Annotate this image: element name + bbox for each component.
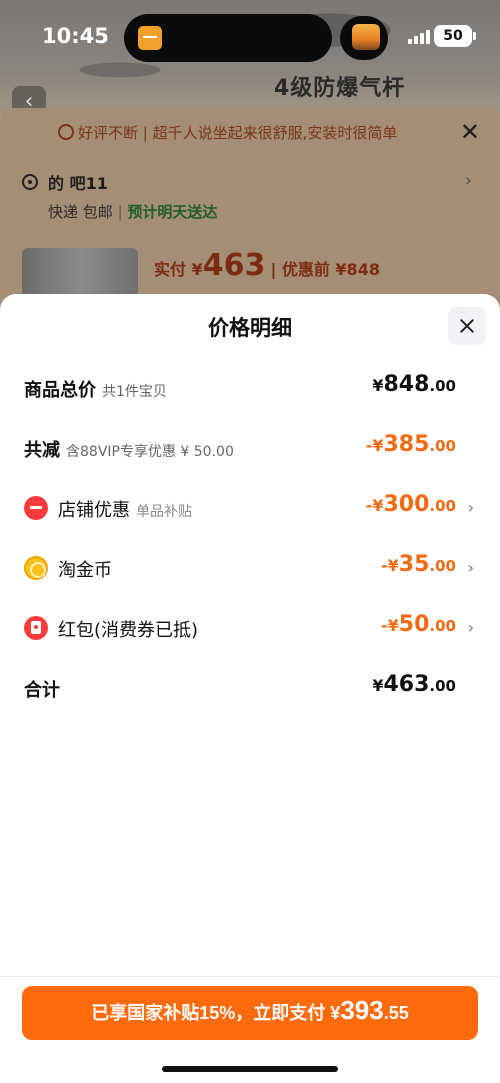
package-icon bbox=[138, 26, 162, 50]
close-button[interactable] bbox=[448, 307, 486, 345]
row-amount: ¥848.00 bbox=[372, 372, 456, 397]
home-indicator[interactable] bbox=[162, 1066, 338, 1072]
row-taobao-coin[interactable]: 淘金币 -¥35.00 › bbox=[24, 552, 476, 584]
price-before-discount: | 优惠前 ¥848 bbox=[270, 260, 380, 279]
row-grand-total: 合计 ¥463.00 bbox=[24, 672, 476, 704]
row-amount: -¥35.00 bbox=[381, 552, 456, 577]
pay-button-amount: 393 bbox=[340, 995, 384, 1025]
coin-icon bbox=[24, 556, 48, 580]
row-label: 店铺优惠 单品补贴 bbox=[58, 500, 192, 521]
price-label: 实付 ¥ bbox=[154, 260, 203, 279]
chevron-right-icon[interactable]: › bbox=[468, 618, 474, 637]
pay-button-decimal: .55 bbox=[383, 1003, 409, 1023]
row-store-discount[interactable]: 店铺优惠 单品补贴 -¥300.00 › bbox=[24, 492, 476, 524]
row-label: 红包(消费券已抵) bbox=[58, 620, 199, 641]
battery-icon: 50 bbox=[434, 25, 472, 47]
location-icon bbox=[22, 174, 38, 190]
delivery-estimate: 预计明天送达 bbox=[127, 203, 218, 221]
notice-text: 好评不断 | 超千人说坐起来很舒服,安装时很简单 bbox=[78, 124, 398, 142]
row-red-packet[interactable]: 红包(消费券已抵) -¥50.00 › bbox=[24, 612, 476, 644]
signal-icon bbox=[408, 30, 432, 44]
row-sub: 共1件宝贝 bbox=[102, 384, 167, 400]
status-time: 10:45 bbox=[42, 24, 109, 48]
row-amount: -¥50.00 bbox=[381, 612, 456, 637]
row-sub: 单品补贴 bbox=[136, 504, 192, 520]
store-icon bbox=[24, 496, 48, 520]
chevron-right-icon[interactable]: › bbox=[468, 498, 474, 517]
row-label: 淘金币 bbox=[58, 560, 112, 581]
notice-bar: 好评不断 | 超千人说坐起来很舒服,安装时很简单 bbox=[0, 118, 500, 146]
chevron-right-icon[interactable]: › bbox=[468, 558, 474, 577]
product-banner-text: 4级防爆气杆 bbox=[274, 76, 406, 101]
product-thumbnail bbox=[22, 248, 138, 298]
sheet-title: 价格明细 bbox=[208, 316, 292, 340]
row-sub: 含88VIP专享优惠 ¥ 50.00 bbox=[66, 444, 234, 460]
red-packet-icon bbox=[24, 616, 48, 640]
row-amount: ¥463.00 bbox=[372, 672, 456, 697]
chevron-right-icon[interactable]: › bbox=[465, 170, 472, 191]
live-activity-icon bbox=[352, 24, 380, 50]
row-amount: -¥300.00 bbox=[365, 492, 456, 517]
comment-icon bbox=[58, 124, 74, 140]
order-price: 实付 ¥463 | 优惠前 ¥848 bbox=[154, 248, 380, 283]
row-total-discount: 共减 含88VIP专享优惠 ¥ 50.00 -¥385.00 bbox=[24, 432, 476, 464]
row-amount: -¥385.00 bbox=[365, 432, 456, 457]
row-goods-total: 商品总价 共1件宝贝 ¥848.00 bbox=[24, 372, 476, 404]
address-text[interactable]: 的 吧11 bbox=[48, 170, 108, 194]
footer-divider bbox=[0, 976, 500, 977]
row-label: 合计 bbox=[24, 680, 60, 701]
pay-button-prefix: 已享国家补贴15%，立即支付 ¥ bbox=[91, 1003, 341, 1023]
battery-nub bbox=[473, 32, 476, 40]
close-icon[interactable]: ✕ bbox=[460, 118, 480, 146]
shipping-info: 快递 包邮 | 预计明天送达 bbox=[48, 203, 218, 221]
price-value: 463 bbox=[202, 248, 266, 283]
row-label: 商品总价 共1件宝贝 bbox=[24, 380, 167, 401]
pay-now-button[interactable]: 已享国家补贴15%，立即支付 ¥393.55 bbox=[22, 986, 478, 1040]
row-label: 共减 含88VIP专享优惠 ¥ 50.00 bbox=[24, 440, 234, 461]
shipping-method: 快递 包邮 bbox=[48, 203, 113, 221]
